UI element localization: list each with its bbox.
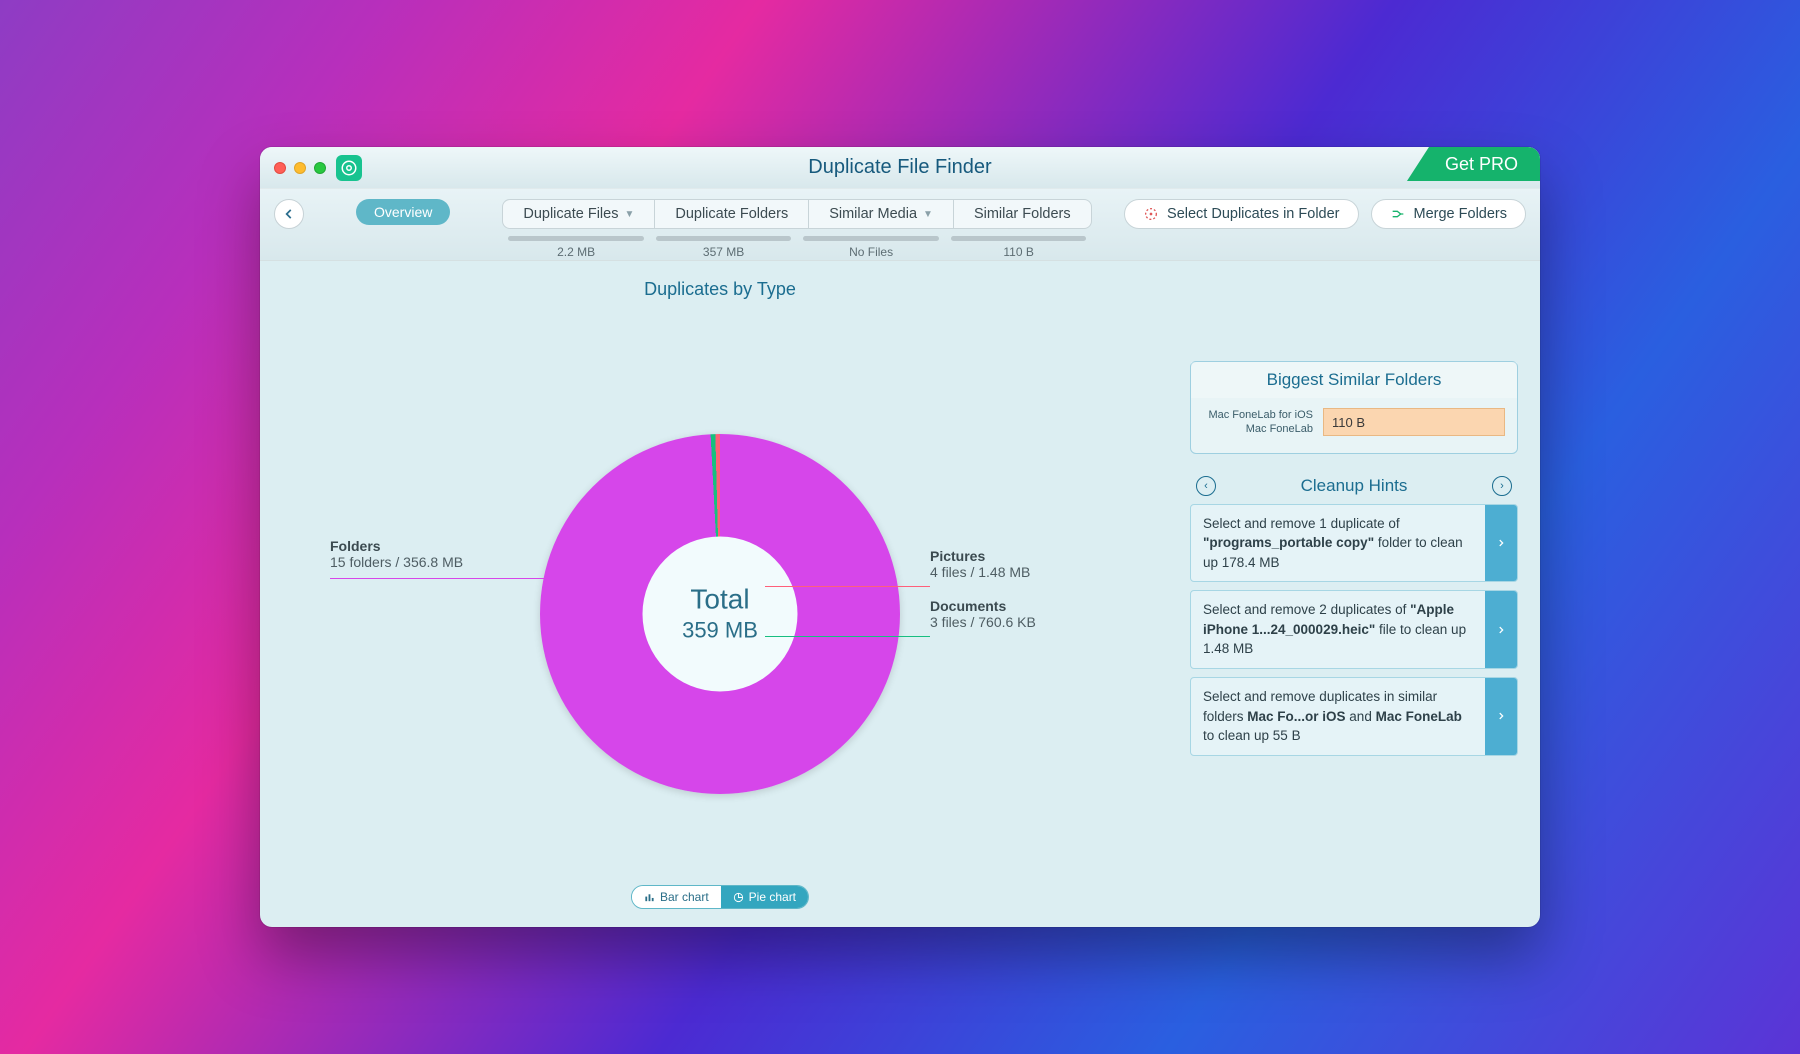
tab-label: Similar Media [829, 206, 917, 222]
chevron-down-icon: ▼ [923, 209, 933, 220]
cleanup-hints-section: ‹ Cleanup Hints › Select and remove 1 du… [1190, 476, 1518, 756]
option-label: Pie chart [749, 890, 796, 904]
pie-chart-icon [733, 892, 744, 903]
target-icon [1143, 206, 1159, 222]
size-bar: 110 B [1323, 408, 1505, 436]
total-label: Total [690, 584, 749, 616]
option-label: Bar chart [660, 890, 709, 904]
window-title: Duplicate File Finder [260, 156, 1540, 179]
hints-prev-button[interactable]: ‹ [1196, 476, 1216, 496]
toolbar: Overview Duplicate Files ▼ Duplicate Fol… [260, 189, 1540, 261]
tab-size: No Files [797, 233, 945, 259]
tab-size: 110 B [945, 233, 1093, 259]
window-controls [260, 162, 326, 174]
pie-chart-option[interactable]: Pie chart [721, 886, 808, 908]
leader-line [765, 586, 930, 587]
hint-text: Select and remove duplicates in similar … [1191, 678, 1485, 755]
donut-ring: Total 359 MB [540, 434, 900, 794]
total-value: 359 MB [682, 618, 758, 644]
merge-icon [1390, 206, 1406, 222]
leader-label: Folders [330, 538, 550, 554]
donut-chart: Total 359 MB Folders 15 folders / 356.8 … [260, 300, 1180, 860]
cleanup-hint: Select and remove 1 duplicate of "progra… [1190, 504, 1518, 583]
folder-pair-labels: Mac FoneLab for iOS Mac FoneLab [1203, 408, 1313, 437]
hints-title: Cleanup Hints [1301, 476, 1408, 496]
leader-folders: Folders 15 folders / 356.8 MB [330, 538, 550, 570]
tab-size: 357 MB [650, 233, 798, 259]
chevron-down-icon: ▼ [624, 209, 634, 220]
cleanup-hint: Select and remove 2 duplicates of "Apple… [1190, 590, 1518, 669]
hint-text: Select and remove 1 duplicate of "progra… [1191, 505, 1485, 582]
tab-label: Duplicate Folders [675, 206, 788, 222]
tab-size: 2.2 MB [502, 233, 650, 259]
leader-label: Pictures [930, 548, 1030, 564]
tab-similar-media[interactable]: Similar Media ▼ [809, 200, 954, 228]
leader-documents: Documents 3 files / 760.6 KB [930, 598, 1036, 630]
leader-line [765, 636, 930, 637]
category-tabs: Duplicate Files ▼ Duplicate Folders Simi… [502, 199, 1092, 259]
chart-type-toggle: Bar chart Pie chart [631, 885, 809, 909]
size-value: 110 B [1332, 415, 1365, 430]
bar-chart-option[interactable]: Bar chart [632, 886, 721, 908]
hint-text: Select and remove 2 duplicates of "Apple… [1191, 591, 1485, 668]
button-label: Merge Folders [1414, 206, 1507, 222]
overview-button[interactable]: Overview [356, 199, 450, 225]
biggest-similar-panel: Biggest Similar Folders Mac FoneLab for … [1190, 361, 1518, 454]
app-icon [336, 155, 362, 181]
chart-title: Duplicates by Type [260, 279, 1180, 300]
titlebar: Duplicate File Finder Get PRO [260, 147, 1540, 189]
app-window: Duplicate File Finder Get PRO Overview D… [260, 147, 1540, 927]
hint-action-button[interactable] [1485, 678, 1517, 755]
leader-label: Documents [930, 598, 1036, 614]
tab-label: Duplicate Files [523, 206, 618, 222]
tab-duplicate-folders[interactable]: Duplicate Folders [655, 200, 809, 228]
hints-next-button[interactable]: › [1492, 476, 1512, 496]
hint-action-button[interactable] [1485, 591, 1517, 668]
back-button[interactable] [274, 199, 304, 229]
panel-title: Biggest Similar Folders [1191, 362, 1517, 398]
leader-pictures: Pictures 4 files / 1.48 MB [930, 548, 1030, 580]
chevron-right-icon [1496, 538, 1506, 548]
main-content: Duplicates by Type Total 359 MB Folders … [260, 261, 1540, 927]
leader-sub: 3 files / 760.6 KB [930, 614, 1036, 630]
hint-action-button[interactable] [1485, 505, 1517, 582]
donut-center: Total 359 MB [643, 536, 798, 691]
leader-sub: 4 files / 1.48 MB [930, 564, 1030, 580]
leader-sub: 15 folders / 356.8 MB [330, 554, 550, 570]
get-pro-button[interactable]: Get PRO [1407, 147, 1540, 181]
close-icon[interactable] [274, 162, 286, 174]
bar-chart-icon [644, 892, 655, 903]
zoom-icon[interactable] [314, 162, 326, 174]
button-label: Select Duplicates in Folder [1167, 206, 1339, 222]
chart-area: Duplicates by Type Total 359 MB Folders … [260, 261, 1180, 927]
chevron-right-icon [1496, 625, 1506, 635]
folder-name: Mac FoneLab [1203, 422, 1313, 436]
tab-label: Similar Folders [974, 206, 1071, 222]
cleanup-hint: Select and remove duplicates in similar … [1190, 677, 1518, 756]
leader-line [330, 578, 560, 579]
minimize-icon[interactable] [294, 162, 306, 174]
biggest-similar-row[interactable]: Mac FoneLab for iOS Mac FoneLab 110 B [1191, 398, 1517, 453]
side-panel: Biggest Similar Folders Mac FoneLab for … [1180, 261, 1540, 927]
chevron-right-icon [1496, 711, 1506, 721]
merge-folders-button[interactable]: Merge Folders [1371, 199, 1526, 229]
tab-duplicate-files[interactable]: Duplicate Files ▼ [503, 200, 655, 228]
tab-similar-folders[interactable]: Similar Folders [954, 200, 1091, 228]
folder-name: Mac FoneLab for iOS [1203, 408, 1313, 422]
select-duplicates-button[interactable]: Select Duplicates in Folder [1124, 199, 1358, 229]
